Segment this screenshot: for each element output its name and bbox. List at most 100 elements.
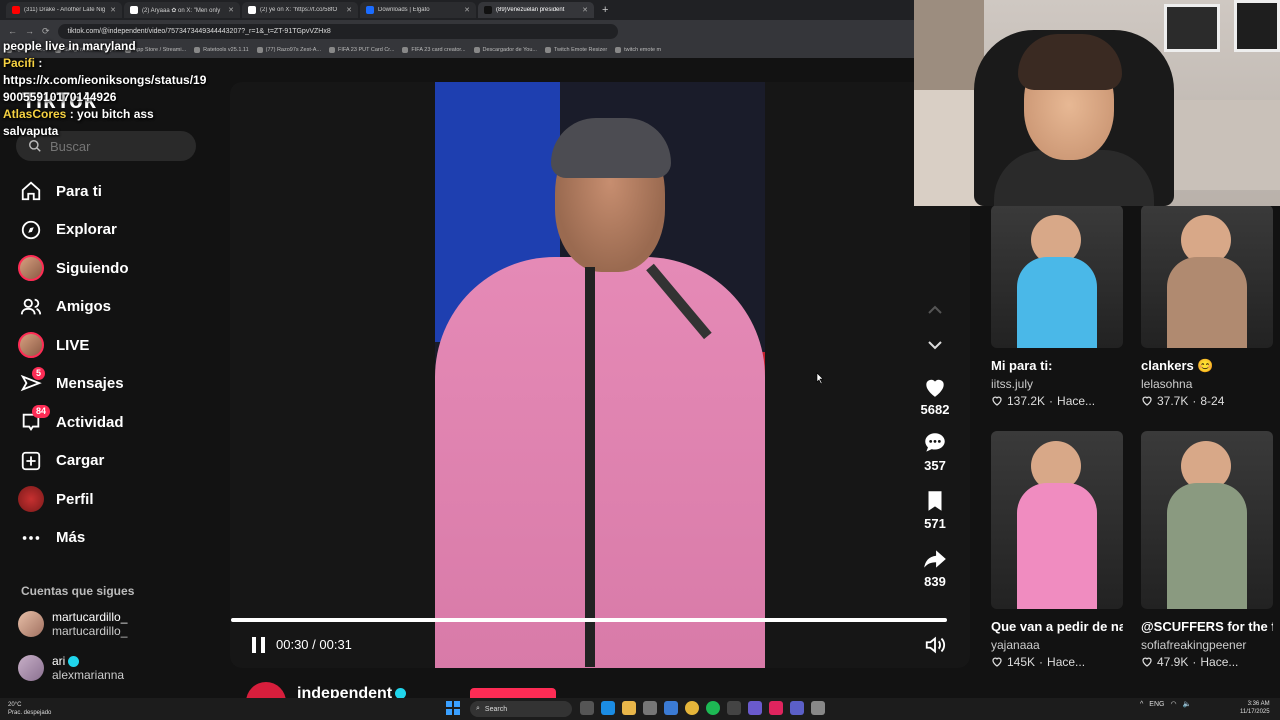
forward-icon[interactable]: → [25, 26, 34, 36]
like-button[interactable]: 5682 [912, 374, 958, 417]
lang-indicator[interactable]: ENG [1149, 701, 1164, 708]
app-icon[interactable] [727, 701, 741, 715]
sidebar-item-label: Más [56, 529, 86, 547]
store-icon[interactable] [643, 701, 657, 715]
video-thumbnail[interactable] [1141, 205, 1273, 348]
video-meta: 145K · Hace... [991, 655, 1123, 669]
bookmark-favicon-icon [615, 47, 622, 53]
windows-taskbar: 20°C Prac. despejado ⌕ Search ^ ENG ◠ 🔈 3:36 … [0, 698, 1280, 720]
weather-widget[interactable]: 20°C Prac. despejado [8, 698, 51, 717]
heart-outline-icon [992, 396, 1002, 406]
close-icon[interactable]: ✕ [346, 6, 352, 14]
browser-tab[interactable]: (311) Drake - Another Late Nig ✕ [6, 2, 122, 18]
video-author[interactable]: yajanaaa [991, 638, 1123, 652]
bookmark-favicon-icon [328, 47, 335, 53]
recommended-video-card[interactable]: Que van a pedir de navidad? 😍 ✨... yajan… [991, 431, 1123, 669]
chat-message: Pacifi : https://x.com/ieoniksongs/status… [3, 56, 207, 104]
file-explorer-icon[interactable] [622, 701, 636, 715]
sidebar-item-amigos[interactable]: Amigos [18, 288, 218, 327]
system-tray[interactable]: ^ ENG ◠ 🔈 [1140, 700, 1192, 709]
video-thumbnail[interactable] [991, 205, 1123, 348]
sidebar-nav: Para ti Explorar Siguiendo Amigos LIVE 5 Mensa… [18, 172, 218, 557]
sidebar-item-explorar[interactable]: Explorar [18, 211, 218, 250]
video-thumbnail[interactable] [991, 431, 1123, 609]
sidebar-item-siguiendo[interactable]: Siguiendo [18, 249, 218, 288]
following-account[interactable]: ari alexmarianna [18, 654, 218, 682]
obs-icon[interactable] [811, 701, 825, 715]
browser-tab[interactable]: Downloads | Elgato ✕ [360, 2, 476, 18]
close-icon[interactable]: ✕ [110, 6, 116, 14]
sidebar-item-cargar[interactable]: Cargar [18, 442, 218, 481]
sidebar-item-actividad[interactable]: 84 Actividad [18, 403, 218, 442]
browser-tab[interactable]: (2) Aryaaa ✿ on X: "Men only ✕ [124, 2, 240, 18]
video-author[interactable]: sofiafreakingpeener [1141, 638, 1273, 652]
thumbnail-outfit [1167, 483, 1247, 609]
video-thumbnail[interactable] [1141, 431, 1273, 609]
comment-icon [925, 433, 945, 452]
music-icon[interactable] [769, 701, 783, 715]
sidebar-item-mensajes[interactable]: 5 Mensajes [18, 365, 218, 404]
url-field[interactable]: tiktok.com/@independent/video/7573473449… [57, 23, 618, 39]
search-input[interactable] [50, 138, 180, 154]
sidebar-item-perfil[interactable]: Perfil [18, 480, 218, 519]
sidebar-item-para-ti[interactable]: Para ti [18, 172, 218, 211]
chevron-down-icon[interactable] [926, 339, 944, 351]
live-avatar [18, 332, 44, 359]
spotify-icon[interactable] [706, 701, 720, 715]
mail-icon[interactable] [664, 701, 678, 715]
new-tab-button[interactable]: + [596, 4, 614, 16]
volume-icon[interactable] [924, 634, 946, 656]
chevron-up-icon[interactable]: ^ [1140, 701, 1143, 708]
bookmark-item[interactable]: Descargador de You... [473, 47, 537, 53]
sidebar-item-label: Siguiendo [56, 259, 129, 277]
share-button[interactable]: 839 [912, 546, 958, 589]
tab-label: (311) Drake - Another Late Nig [24, 7, 106, 13]
account-handle: martucardillo_ [52, 624, 128, 638]
bookmark-item[interactable]: FIFA 23 card creator... [402, 47, 466, 53]
bookmark-item[interactable]: Twitch Emote Resizer [544, 47, 607, 53]
chevron-up-icon[interactable] [926, 304, 944, 316]
bookmark-item[interactable]: FIFA 23 PUT Card Cr... [328, 47, 394, 53]
video-time: 00:30 / 00:31 [276, 637, 352, 652]
windows-start-icon[interactable] [446, 701, 460, 715]
close-icon[interactable]: ✕ [464, 6, 470, 14]
discord-icon[interactable] [748, 701, 762, 715]
speaker-hair [551, 118, 671, 178]
sidebar-item-live[interactable]: LIVE [18, 326, 218, 365]
activity-icon: 84 [18, 405, 51, 435]
bookmark-item[interactable]: (77) Razo97s Zest-A... [256, 47, 321, 53]
video-title: clankers 😊 [1141, 358, 1214, 373]
recommended-video-card[interactable]: Mi para ti: iitss.july 137.2K · Hace... [991, 205, 1123, 408]
tab-label: (89)Venezuelan president [496, 7, 565, 13]
bookmark-item[interactable]: twitch emote m [615, 47, 661, 53]
speaker-icon[interactable]: 🔈 [1183, 700, 1192, 708]
browser-tab[interactable]: (2) ye on X: "https://t.co/58fO ✕ [242, 2, 358, 18]
system-clock[interactable]: 3:36 AM 11/17/2025 [1240, 700, 1270, 716]
recommended-video-card[interactable]: clankers 😊 lelasohna 37.7K · 8-24 [1141, 205, 1273, 408]
recommended-video-card[interactable]: @SCUFFERS for the fall lifts sofiafreaki… [1141, 431, 1273, 669]
task-view-icon[interactable] [580, 701, 594, 715]
edge-icon[interactable] [601, 701, 615, 715]
bookmark-button[interactable]: 571 [912, 488, 958, 531]
close-icon[interactable]: ✕ [228, 6, 234, 14]
reload-icon[interactable]: ⟳ [42, 26, 50, 37]
video-frame[interactable] [435, 82, 765, 668]
taskbar-search[interactable]: ⌕ Search [470, 701, 572, 717]
sidebar: TikTok Para tiExplorarSiguiendoAmigosLIV… [0, 58, 230, 698]
following-account[interactable]: martucardillo_ martucardillo_ [18, 610, 218, 638]
chrome-icon[interactable] [685, 701, 699, 715]
sidebar-item-m-s[interactable]: Más [18, 519, 218, 558]
compass-icon [18, 217, 44, 243]
comment-button[interactable]: 357 [912, 430, 958, 473]
bookmark-icon [928, 491, 942, 511]
close-icon[interactable]: ✕ [582, 6, 588, 14]
video-progress-bar[interactable] [231, 618, 947, 622]
video-author[interactable]: iitss.july [991, 377, 1123, 391]
tab-label: Downloads | Elgato [378, 7, 430, 13]
wifi-icon[interactable]: ◠ [1170, 700, 1176, 708]
video-author[interactable]: lelasohna [1141, 377, 1273, 391]
teams-icon[interactable] [790, 701, 804, 715]
back-icon[interactable]: ← [8, 26, 17, 36]
browser-tab[interactable]: (89)Venezuelan president ✕ [478, 2, 594, 18]
pause-icon[interactable] [250, 636, 268, 654]
